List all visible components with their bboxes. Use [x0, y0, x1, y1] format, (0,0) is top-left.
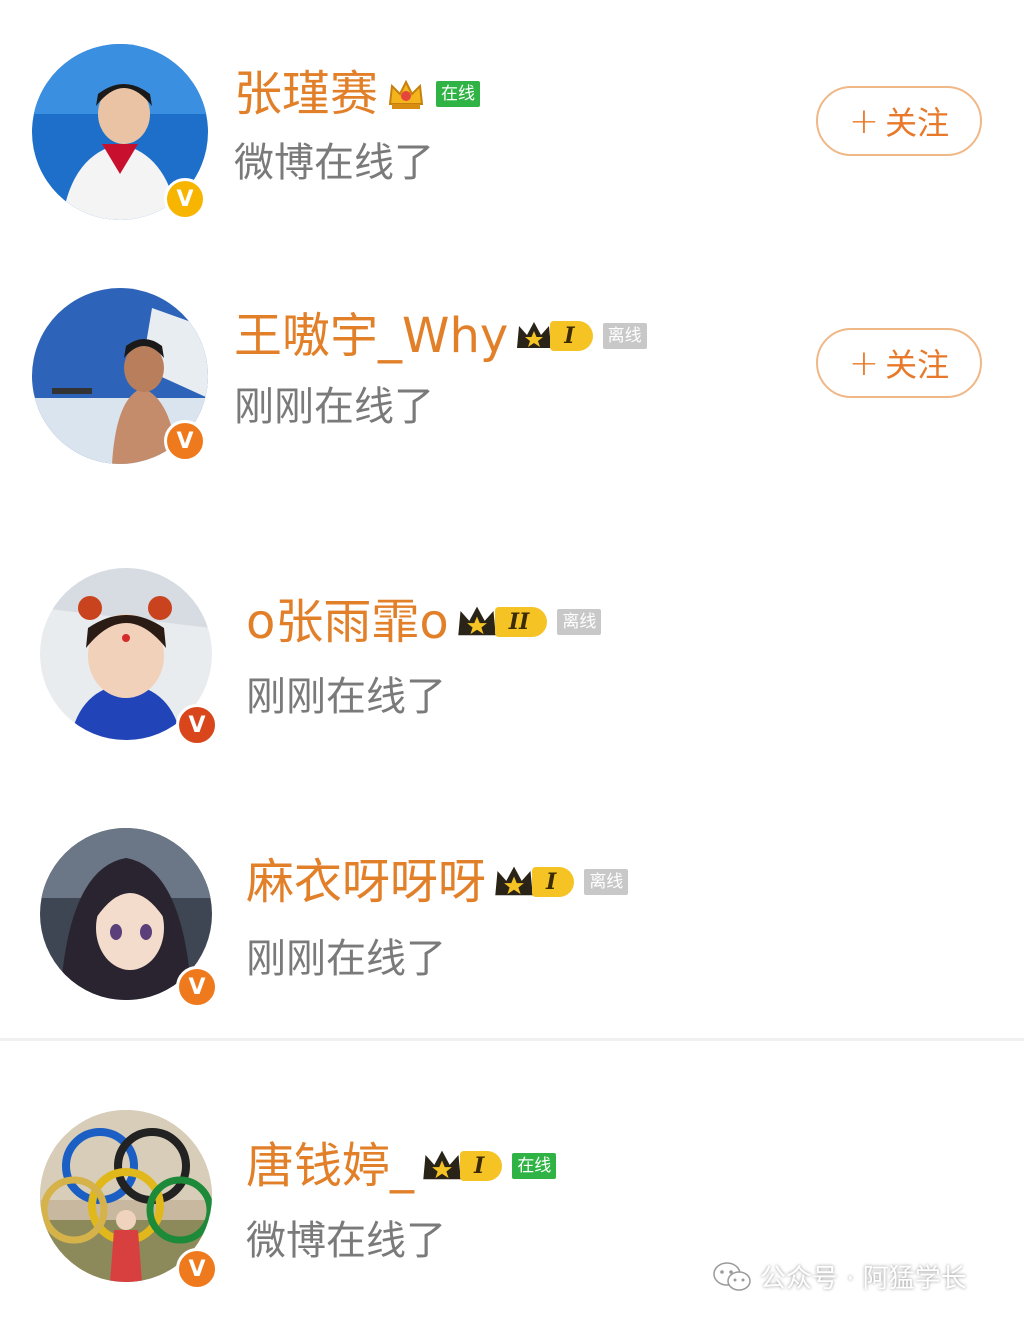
user-list: V 张瑾赛 在线 微博在线了 + 关注 V 王嗷宇_Why I 离线 刚刚在线了…	[0, 0, 1024, 1320]
crown-icon	[495, 866, 533, 896]
vip-level-badge: II	[455, 602, 548, 642]
plus-icon: +	[848, 100, 880, 142]
vip-level-badge: I	[514, 318, 593, 354]
name-line: 麻衣呀呀呀 I 离线	[246, 852, 629, 912]
user-name[interactable]: o张雨霏o	[246, 592, 449, 652]
online-status-tag: 在线	[512, 1153, 557, 1179]
online-status-tag: 离线	[602, 323, 647, 349]
last-online-text: 刚刚在线了	[246, 936, 446, 982]
last-online-text: 微博在线了	[246, 1218, 446, 1264]
name-line: o张雨霏o II 离线	[246, 592, 602, 652]
vip-level: I	[460, 1151, 503, 1181]
follow-label: 关注	[885, 346, 950, 384]
last-online-text: 刚刚在线了	[234, 384, 434, 430]
follow-label: 关注	[885, 104, 950, 142]
verified-badge-icon: V	[164, 420, 206, 462]
user-name[interactable]: 王嗷宇_Why	[234, 306, 508, 366]
last-online-text: 刚刚在线了	[246, 674, 446, 720]
follow-button[interactable]: + 关注	[816, 86, 982, 156]
name-line: 唐钱婷_ I 在线	[246, 1136, 557, 1196]
online-status-tag: 在线	[436, 81, 481, 107]
plus-icon: +	[848, 342, 880, 384]
name-line: 王嗷宇_Why I 离线	[234, 306, 647, 366]
vip-crown-icon	[386, 74, 426, 114]
verified-badge-icon: V	[176, 704, 218, 746]
crown-icon	[517, 322, 552, 348]
wechat-icon	[713, 1261, 751, 1291]
vip-level-badge: I	[492, 862, 575, 902]
follow-button[interactable]: + 关注	[816, 328, 982, 398]
user-name[interactable]: 唐钱婷_	[246, 1136, 414, 1196]
crown-icon	[458, 606, 496, 636]
last-online-text: 微博在线了	[234, 140, 434, 186]
crown-icon	[423, 1150, 461, 1180]
list-item[interactable]: V o张雨霏o II 离线 刚刚在线了	[0, 540, 1024, 770]
online-status-tag: 离线	[557, 609, 602, 635]
vip-level-badge: I	[420, 1146, 503, 1186]
list-item[interactable]: V 麻衣呀呀呀 I 离线 刚刚在线了	[0, 800, 1024, 1038]
name-line: 张瑾赛 在线	[234, 64, 481, 124]
verified-badge-icon: V	[176, 1248, 218, 1290]
vip-level: II	[494, 607, 548, 637]
verified-badge-icon: V	[176, 966, 218, 1008]
vip-level: I	[550, 321, 593, 351]
vip-level: I	[532, 867, 575, 897]
list-item[interactable]: V 王嗷宇_Why I 离线 刚刚在线了 + 关注	[0, 240, 1024, 490]
user-name[interactable]: 张瑾赛	[234, 64, 378, 124]
online-status-tag: 离线	[584, 869, 629, 895]
verified-badge-icon: V	[164, 178, 206, 220]
user-name[interactable]: 麻衣呀呀呀	[246, 852, 486, 912]
list-item[interactable]: V 张瑾赛 在线 微博在线了 + 关注	[0, 0, 1024, 240]
watermark: 公众号 · 阿猛学长	[712, 1258, 967, 1295]
divider	[0, 1038, 1024, 1041]
watermark-text: 公众号 · 阿猛学长	[760, 1264, 967, 1294]
